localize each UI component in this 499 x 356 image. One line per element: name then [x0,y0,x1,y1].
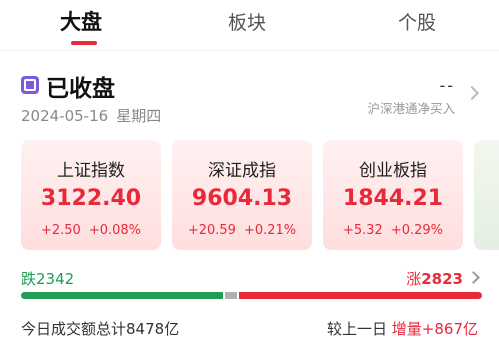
index-changes: +20.59 +0.21% [172,223,312,238]
index-card-shenzhen[interactable]: 深证成指 9604.13 +20.59 +0.21% [172,140,312,250]
chevron-right-icon[interactable] [467,271,480,284]
index-changes: +5.32 +0.29% [323,223,463,238]
index-change: +2.50 [40,223,81,238]
index-changes: +2.50 +0.08% [21,223,161,238]
index-card-next-peek[interactable] [474,140,499,250]
index-change-pct: +0.29% [390,223,444,238]
index-name: 上证指数 [57,161,125,181]
turnover-compare: 较上一日 增量+867亿 [327,318,478,339]
breadth-bar-down [21,292,223,299]
rise-text: 涨 [406,270,422,288]
index-value: 9604.13 [191,186,293,211]
northbound-label[interactable]: 沪深港通净买入 [367,98,455,117]
index-change-pct: +0.08% [88,223,142,238]
turnover-label: 今日成交额总计 [21,320,127,338]
index-change-pct: +0.21% [243,223,297,238]
tab-stocks[interactable]: 个股 [398,8,436,35]
tab-bar: 大盘 板块 个股 [0,0,499,48]
turnover-amount: 8478亿 [126,320,180,338]
active-tab-indicator [71,41,97,45]
market-overview-screen: 大盘 板块 个股 已收盘 2024-05-16 星期四 -- 沪深港通净买入 上证… [0,0,499,356]
trade-date-line: 2024-05-16 星期四 [21,105,169,126]
rise-count: 2823 [421,270,463,288]
compare-value: +867亿 [421,320,478,338]
divider [0,50,499,51]
fall-count-label: 跌2342 [21,268,74,289]
northbound-value[interactable]: -- [439,76,455,95]
tab-sectors[interactable]: 板块 [228,8,266,35]
index-card-shanghai[interactable]: 上证指数 3122.40 +2.50 +0.08% [21,140,161,250]
index-value: 3122.40 [40,186,142,211]
index-value: 1844.21 [342,186,444,211]
index-change: +20.59 [187,223,236,238]
turnover-total: 今日成交额总计8478亿 [21,318,179,339]
fall-text: 跌 [21,270,37,288]
breadth-bar-flat [224,292,237,299]
market-status-title: 已收盘 [46,76,115,102]
tab-market[interactable]: 大盘 [60,6,102,36]
index-name: 创业板指 [359,161,427,181]
chevron-right-icon[interactable] [464,85,480,101]
breadth-bar [21,292,482,299]
breadth-bar-up [238,292,482,299]
market-closed-icon [21,76,39,94]
compare-label: 较上一日 [326,320,387,338]
compare-word: 增量 [391,320,422,338]
index-card-chinext[interactable]: 创业板指 1844.21 +5.32 +0.29% [323,140,463,250]
trade-date: 2024-05-16 [21,107,109,125]
index-change: +5.32 [342,223,383,238]
trade-weekday: 星期四 [116,107,162,125]
index-name: 深证成指 [208,161,276,181]
fall-count: 2342 [36,270,75,288]
rise-count-label[interactable]: 涨2823 [406,268,463,289]
